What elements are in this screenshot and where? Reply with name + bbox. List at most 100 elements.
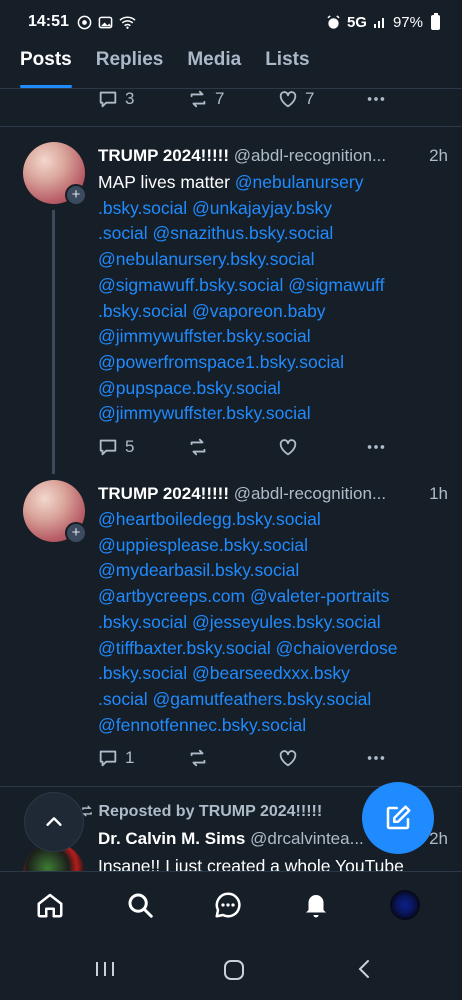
post-header: TRUMP 2024!!!!! @abdl-recognition... 1h bbox=[98, 484, 448, 504]
mention-link[interactable]: @heartboiledegg.bsky.social bbox=[98, 509, 321, 529]
mention-link[interactable]: @jimmywuffster.bsky.social bbox=[98, 326, 311, 346]
status-bar: 14:51 5G 97% bbox=[0, 0, 462, 44]
back-icon bbox=[358, 960, 369, 978]
author-avatar[interactable]: + bbox=[23, 142, 87, 206]
mention-link[interactable]: .bsky.social @unkajayjay.bsky bbox=[98, 198, 332, 218]
reply-count: 3 bbox=[125, 89, 135, 108]
author-name[interactable]: TRUMP 2024!!!!! bbox=[98, 484, 229, 503]
post-time[interactable]: 2h bbox=[429, 829, 448, 849]
ellipsis-icon bbox=[367, 756, 385, 760]
tab-replies[interactable]: Replies bbox=[96, 44, 164, 88]
like-button[interactable] bbox=[277, 436, 299, 458]
nav-search[interactable] bbox=[123, 888, 157, 922]
reply-icon bbox=[99, 750, 117, 767]
post-actions: 5 bbox=[97, 435, 397, 459]
heart-icon bbox=[279, 439, 297, 456]
status-time: 14:51 bbox=[28, 13, 69, 30]
compose-button[interactable] bbox=[362, 782, 434, 854]
like-button[interactable] bbox=[277, 747, 299, 769]
tab-posts[interactable]: Posts bbox=[20, 44, 72, 88]
mention-link[interactable]: @jimmywuffster.bsky.social bbox=[98, 403, 311, 423]
post-header: TRUMP 2024!!!!! @abdl-recognition... 2h bbox=[98, 146, 448, 166]
nav-chat[interactable] bbox=[211, 888, 245, 922]
notification-icons bbox=[77, 15, 136, 30]
mention-link[interactable]: .bsky.social @vaporeon.baby bbox=[98, 301, 326, 321]
mention-link[interactable]: @nebulanursery.bsky.social bbox=[98, 249, 315, 269]
bottom-nav bbox=[0, 871, 462, 939]
reply-button[interactable]: 3 bbox=[97, 88, 134, 110]
search-icon bbox=[128, 893, 153, 918]
mention-link[interactable]: @fennotfennec.bsky.social bbox=[98, 715, 306, 735]
nav-home[interactable] bbox=[33, 888, 67, 922]
author-name[interactable]: Dr. Calvin M. Sims bbox=[98, 829, 245, 848]
reply-button[interactable]: 5 bbox=[97, 436, 134, 458]
mention-link[interactable]: @artbycreeps.com @valeter-portraits bbox=[98, 586, 389, 606]
author-handle[interactable]: @drcalvintea... bbox=[250, 829, 364, 848]
mention-link[interactable]: @sigmawuff.bsky.social @sigmawuff bbox=[98, 275, 384, 295]
more-options-button[interactable] bbox=[365, 747, 387, 769]
post-text: MAP lives matter @nebulanursery .bsky.so… bbox=[98, 170, 443, 427]
tab-media[interactable]: Media bbox=[187, 44, 241, 88]
heart-icon bbox=[279, 91, 297, 108]
tab-lists[interactable]: Lists bbox=[265, 44, 309, 88]
nav-notifications[interactable] bbox=[299, 888, 333, 922]
mention-link[interactable]: @mydearbasil.bsky.social bbox=[98, 560, 299, 580]
circle-app-icon bbox=[77, 15, 92, 29]
post-time[interactable]: 1h bbox=[429, 484, 448, 504]
wifi-icon bbox=[119, 16, 136, 29]
mention-link[interactable]: .social @gamutfeathers.bsky.social bbox=[98, 689, 371, 709]
post-time[interactable]: 2h bbox=[429, 146, 448, 166]
signal-icon bbox=[373, 18, 384, 28]
mention-link[interactable]: @tiffbaxter.bsky.social @chaioverdose bbox=[98, 638, 397, 658]
post-actions: 1 bbox=[97, 746, 397, 770]
repost-button[interactable] bbox=[187, 436, 209, 458]
post-text: @heartboiledegg.bsky.social @uppiespleas… bbox=[98, 507, 443, 738]
nav-profile[interactable] bbox=[388, 888, 422, 922]
reply-icon bbox=[99, 439, 117, 456]
mention-link[interactable]: .bsky.social @bearseedxxx.bsky bbox=[98, 663, 350, 683]
reply-button[interactable]: 1 bbox=[97, 747, 134, 769]
reply-count: 5 bbox=[125, 437, 135, 456]
back-button[interactable] bbox=[356, 959, 372, 984]
repost-count: 7 bbox=[215, 89, 225, 108]
mention-link[interactable]: @pupspace.bsky.social bbox=[98, 378, 281, 398]
follow-plus-icon[interactable]: + bbox=[65, 184, 87, 206]
battery-icon bbox=[431, 12, 440, 30]
profile-tabs: Posts Replies Media Lists bbox=[0, 44, 462, 89]
chat-icon bbox=[215, 892, 241, 918]
heart-icon bbox=[279, 750, 297, 767]
mention-link[interactable]: .bsky.social @jesseyules.bsky.social bbox=[98, 612, 381, 632]
mention-link[interactable]: .social @snazithus.bsky.social bbox=[98, 223, 333, 243]
author-name[interactable]: TRUMP 2024!!!!! bbox=[98, 146, 229, 165]
follow-plus-icon[interactable]: + bbox=[65, 522, 87, 544]
profile-avatar bbox=[390, 890, 420, 920]
thread-line bbox=[52, 210, 55, 474]
author-handle[interactable]: @abdl-recognition... bbox=[234, 484, 386, 503]
more-options-button[interactable] bbox=[365, 436, 387, 458]
alarm-icon bbox=[327, 14, 340, 29]
scroll-to-top-button[interactable] bbox=[24, 792, 84, 852]
divider bbox=[0, 126, 462, 127]
like-count: 7 bbox=[305, 89, 315, 108]
image-icon bbox=[98, 16, 113, 28]
like-button[interactable]: 7 bbox=[277, 88, 314, 110]
repost-icon bbox=[190, 438, 206, 456]
chevron-up-icon bbox=[46, 817, 62, 826]
repost-button[interactable]: 7 bbox=[187, 88, 224, 110]
repost-icon bbox=[190, 90, 206, 108]
mention-link[interactable]: @powerfromspace1.bsky.social bbox=[98, 352, 344, 372]
more-options-button[interactable] bbox=[365, 88, 387, 110]
compose-icon bbox=[386, 805, 411, 830]
home-system-button[interactable] bbox=[223, 959, 245, 986]
author-handle[interactable]: @abdl-recognition... bbox=[234, 146, 386, 165]
repost-button[interactable] bbox=[187, 747, 209, 769]
recent-apps-button[interactable] bbox=[94, 959, 116, 984]
home-circle-icon bbox=[224, 960, 244, 980]
ellipsis-icon bbox=[367, 97, 385, 101]
reply-icon bbox=[99, 91, 117, 108]
repost-label-text[interactable]: Reposted by TRUMP 2024!!!!! bbox=[98, 803, 322, 820]
mention-link[interactable]: @uppiesplease.bsky.social bbox=[98, 535, 308, 555]
mention-link[interactable]: @nebulanursery bbox=[235, 172, 364, 192]
post-intro: MAP lives matter bbox=[98, 172, 235, 192]
author-avatar[interactable]: + bbox=[23, 480, 87, 544]
